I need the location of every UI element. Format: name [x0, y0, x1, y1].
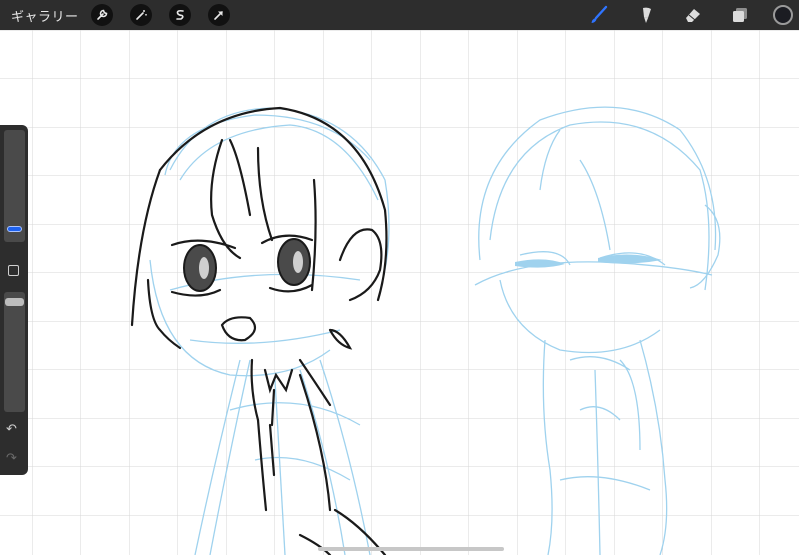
magic-wand-icon[interactable] — [129, 4, 152, 26]
artwork — [0, 30, 799, 555]
layers-icon[interactable] — [728, 3, 752, 27]
wrench-icon[interactable] — [90, 4, 113, 26]
modify-square-icon[interactable] — [8, 265, 19, 276]
brush-sidebar: ↶ ↷ — [0, 125, 28, 475]
grid — [0, 30, 799, 555]
brush-icon[interactable] — [587, 3, 611, 27]
redo-icon[interactable]: ↷ — [6, 452, 17, 466]
drawing-canvas[interactable]: ↶ ↷ — [0, 30, 799, 555]
transform-arrow-icon[interactable] — [207, 4, 230, 26]
smudge-icon[interactable] — [634, 3, 658, 27]
eraser-icon[interactable] — [681, 3, 705, 27]
home-indicator — [318, 547, 504, 551]
gallery-button[interactable]: ギャラリー — [11, 6, 79, 25]
color-picker-button[interactable] — [773, 5, 793, 25]
brush-size-slider[interactable] — [4, 130, 25, 242]
selection-icon[interactable] — [168, 4, 191, 26]
brush-size-thumb[interactable] — [7, 226, 22, 232]
undo-icon[interactable]: ↶ — [6, 423, 17, 437]
brush-opacity-thumb[interactable] — [5, 298, 24, 306]
brush-opacity-slider[interactable] — [4, 292, 25, 412]
top-toolbar: ギャラリー — [0, 0, 799, 30]
